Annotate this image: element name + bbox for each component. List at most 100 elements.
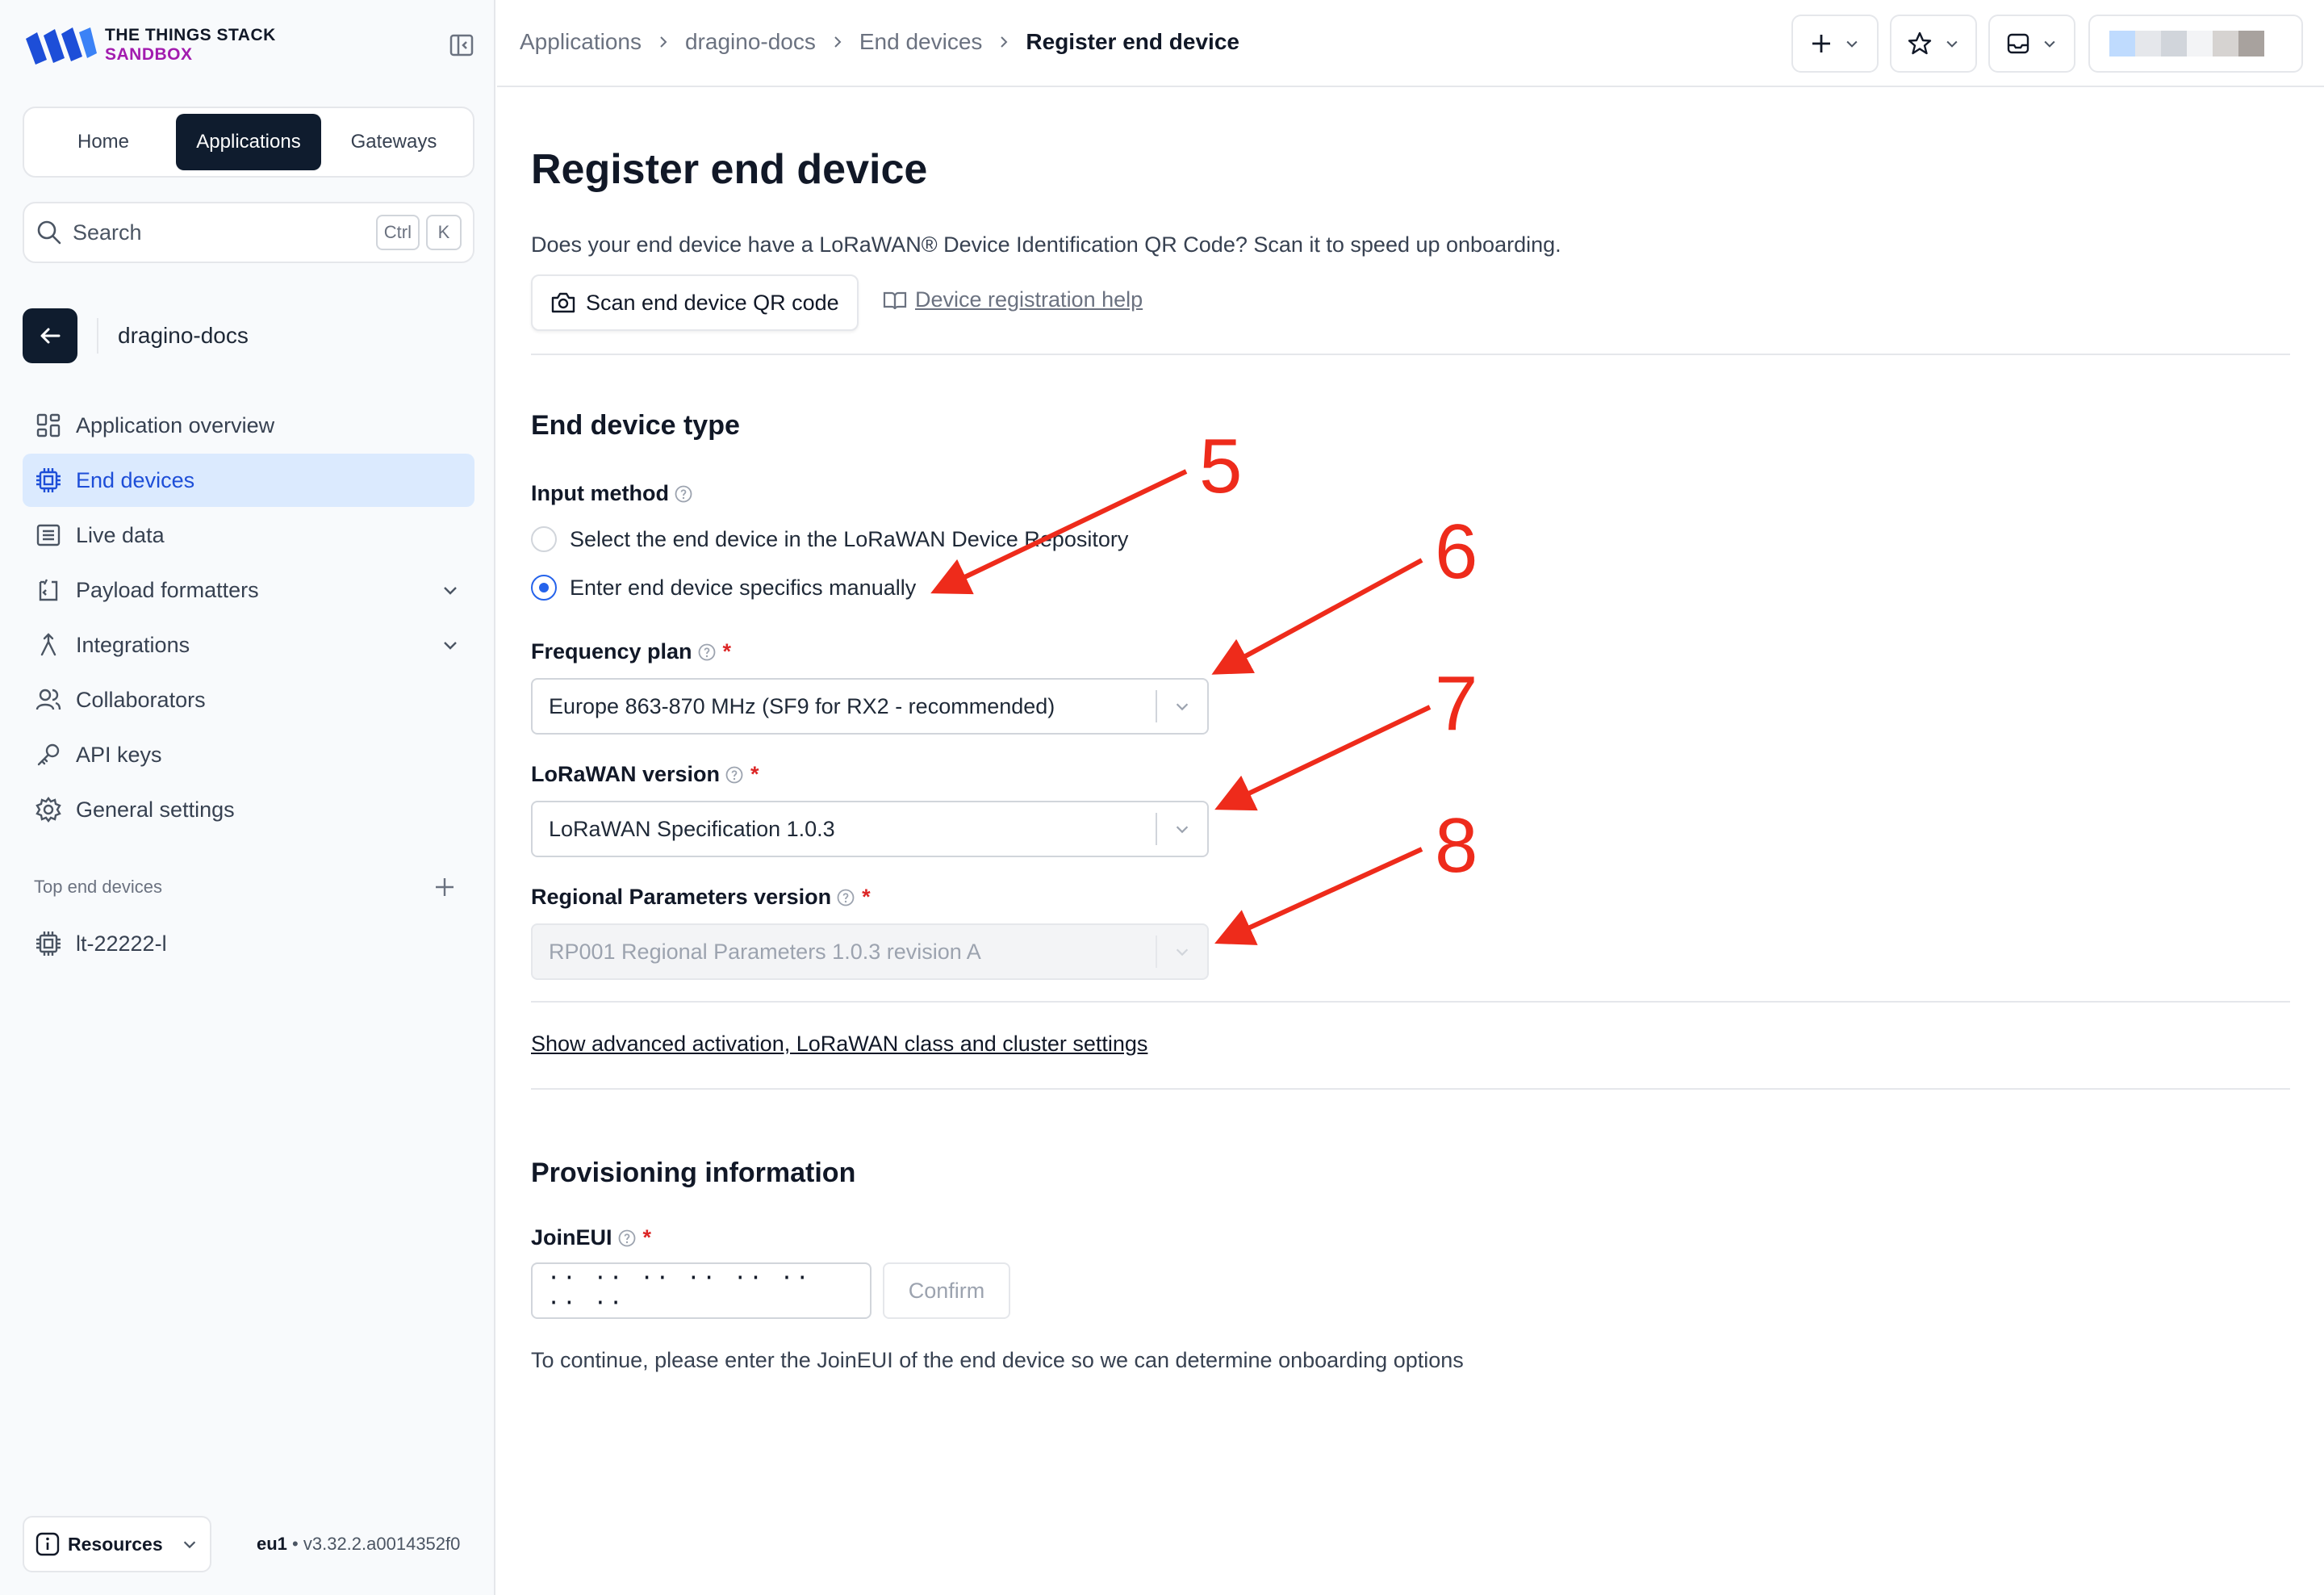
radio-indicator[interactable]	[531, 575, 557, 601]
chevron-right-icon	[834, 36, 842, 48]
chevron-down-icon[interactable]	[441, 580, 460, 600]
page-title: Register end device	[531, 146, 928, 193]
add-menu-button[interactable]	[1791, 15, 1879, 73]
sidebar-item-end-devices[interactable]: End devices	[23, 454, 474, 507]
book-icon	[883, 291, 907, 309]
breadcrumb-applications[interactable]: Applications	[520, 29, 642, 55]
user-menu-button[interactable]	[2088, 15, 2303, 73]
required-marker: *	[862, 885, 871, 909]
chevron-down-icon	[1846, 40, 1858, 48]
sidebar-item-label: End devices	[76, 467, 195, 492]
frequency-plan-label-text: Frequency plan	[531, 639, 692, 664]
lorawan-version-value: LoRaWAN Specification 1.0.3	[549, 816, 835, 841]
code-icon	[39, 579, 58, 601]
section-end-device-type: End device type	[531, 410, 740, 441]
sidebar-item-collaborators[interactable]: Collaborators	[23, 673, 474, 726]
sidebar-item-general-settings[interactable]: General settings	[23, 783, 474, 836]
section-provisioning: Provisioning information	[531, 1158, 856, 1188]
sidebar-item-top-device[interactable]: lt-22222-l	[23, 917, 474, 970]
chevron-right-icon	[660, 36, 667, 48]
key-icon	[37, 743, 60, 766]
sidebar-item-label: Application overview	[76, 412, 275, 437]
sidebar-item-application-overview[interactable]: Application overview	[23, 399, 474, 452]
annotation-number-8: 8	[1435, 802, 1478, 889]
frequency-plan-select[interactable]: Europe 863-870 MHz (SF9 for RX2 - recomm…	[531, 678, 1209, 735]
sidebar-item-payload-formatters[interactable]: Payload formatters	[23, 563, 474, 617]
chip-icon	[36, 931, 61, 956]
app-name: dragino-docs	[118, 323, 249, 348]
sidebar-item-integrations[interactable]: Integrations	[23, 618, 474, 672]
divider	[531, 1088, 2290, 1090]
sidebar-item-api-keys[interactable]: API keys	[23, 728, 474, 781]
plus-icon	[1812, 35, 1830, 52]
brand-logo[interactable]: THE THINGS STACK SANDBOX	[23, 24, 276, 66]
chevron-down-icon	[1946, 40, 1958, 48]
chevron-down-icon	[1176, 826, 1189, 834]
annotation-number-7: 7	[1435, 660, 1478, 747]
annotation-arrow-8	[1214, 847, 1423, 945]
confirm-button[interactable]: Confirm	[883, 1262, 1010, 1319]
bookmarks-button[interactable]	[1890, 15, 1977, 73]
tab-applications[interactable]: Applications	[176, 114, 321, 170]
scan-qr-button[interactable]: Scan end device QR code	[531, 274, 859, 331]
search-icon	[37, 220, 61, 245]
radio-indicator[interactable]	[531, 526, 557, 552]
radio-label: Select the end device in the LoRaWAN Dev…	[570, 526, 1129, 551]
app-context: dragino-docs	[23, 308, 249, 363]
breadcrumb-app[interactable]: dragino-docs	[685, 29, 816, 55]
resources-label: Resources	[68, 1533, 163, 1555]
annotation-arrow-7	[1214, 705, 1432, 811]
advanced-settings-link[interactable]: Show advanced activation, LoRaWAN class …	[531, 1032, 1147, 1057]
help-circle-icon[interactable]	[725, 765, 744, 785]
help-circle-icon[interactable]	[697, 643, 717, 662]
help-circle-icon[interactable]	[836, 888, 855, 907]
lorawan-version-select[interactable]: LoRaWAN Specification 1.0.3	[531, 801, 1209, 857]
scan-qr-label: Scan end device QR code	[586, 290, 839, 315]
version-info: eu1 • v3.32.2.a0014352f0	[257, 1534, 461, 1554]
kbd-k: K	[426, 215, 462, 250]
tab-gateways[interactable]: Gateways	[321, 114, 466, 170]
notifications-button[interactable]	[1988, 15, 2075, 73]
tab-home[interactable]: Home	[31, 114, 176, 170]
help-circle-icon[interactable]	[674, 484, 693, 504]
frequency-plan-label: Frequency plan *	[531, 639, 731, 664]
merge-icon	[40, 633, 56, 656]
required-marker: *	[722, 639, 732, 664]
intro-text: Does your end device have a LoRaWAN® Dev…	[531, 232, 1561, 257]
sidebar-item-live-data[interactable]: Live data	[23, 509, 474, 562]
required-marker: *	[642, 1225, 652, 1250]
sidebar-item-label: Collaborators	[76, 687, 206, 712]
grid-icon	[36, 413, 61, 437]
radio-device-repository[interactable]: Select the end device in the LoRaWAN Dev…	[531, 526, 1128, 552]
sidebar-item-label: Integrations	[76, 632, 190, 657]
breadcrumb: Applications dragino-docs End devices Re…	[520, 29, 1239, 55]
frequency-plan-value: Europe 863-870 MHz (SF9 for RX2 - recomm…	[549, 693, 1055, 718]
regional-params-value: RP001 Regional Parameters 1.0.3 revision…	[549, 939, 981, 964]
back-button[interactable]	[23, 308, 77, 363]
help-circle-icon[interactable]	[617, 1229, 637, 1248]
joineui-hint: To continue, please enter the JoinEUI of…	[531, 1348, 1464, 1372]
chevron-down-icon	[183, 1541, 196, 1549]
resources-button[interactable]: Resources	[23, 1516, 211, 1572]
joineui-input[interactable]: ·· ·· ·· ·· ·· ·· ·· ··	[531, 1262, 872, 1319]
brand-line2: SANDBOX	[105, 45, 193, 64]
top-devices-heading: Top end devices	[34, 877, 162, 897]
device-registration-help-link[interactable]: Device registration help	[883, 287, 1143, 312]
sidebar: THE THINGS STACK SANDBOX Home Applicatio…	[0, 0, 495, 1595]
chevron-down-icon	[1176, 703, 1189, 711]
lorawan-version-label-text: LoRaWAN version	[531, 762, 721, 786]
search-input[interactable]: Search Ctrl K	[23, 202, 474, 263]
sidebar-item-label: lt-22222-l	[76, 931, 167, 956]
sidebar-collapse-icon[interactable]	[449, 32, 474, 58]
breadcrumb-end-devices[interactable]: End devices	[859, 29, 983, 55]
list-icon	[36, 524, 61, 546]
chevron-down-icon[interactable]	[441, 635, 460, 655]
add-device-icon[interactable]	[433, 875, 457, 899]
input-method-label: Input method	[531, 481, 693, 506]
joineui-label-text: JoinEUI	[531, 1225, 612, 1250]
radio-enter-manually[interactable]: Enter end device specifics manually	[531, 575, 916, 601]
annotation-number-5: 5	[1199, 423, 1243, 509]
main-nav-tabs: Home Applications Gateways	[23, 107, 474, 178]
info-icon	[36, 1532, 60, 1556]
avatar	[2109, 31, 2264, 57]
